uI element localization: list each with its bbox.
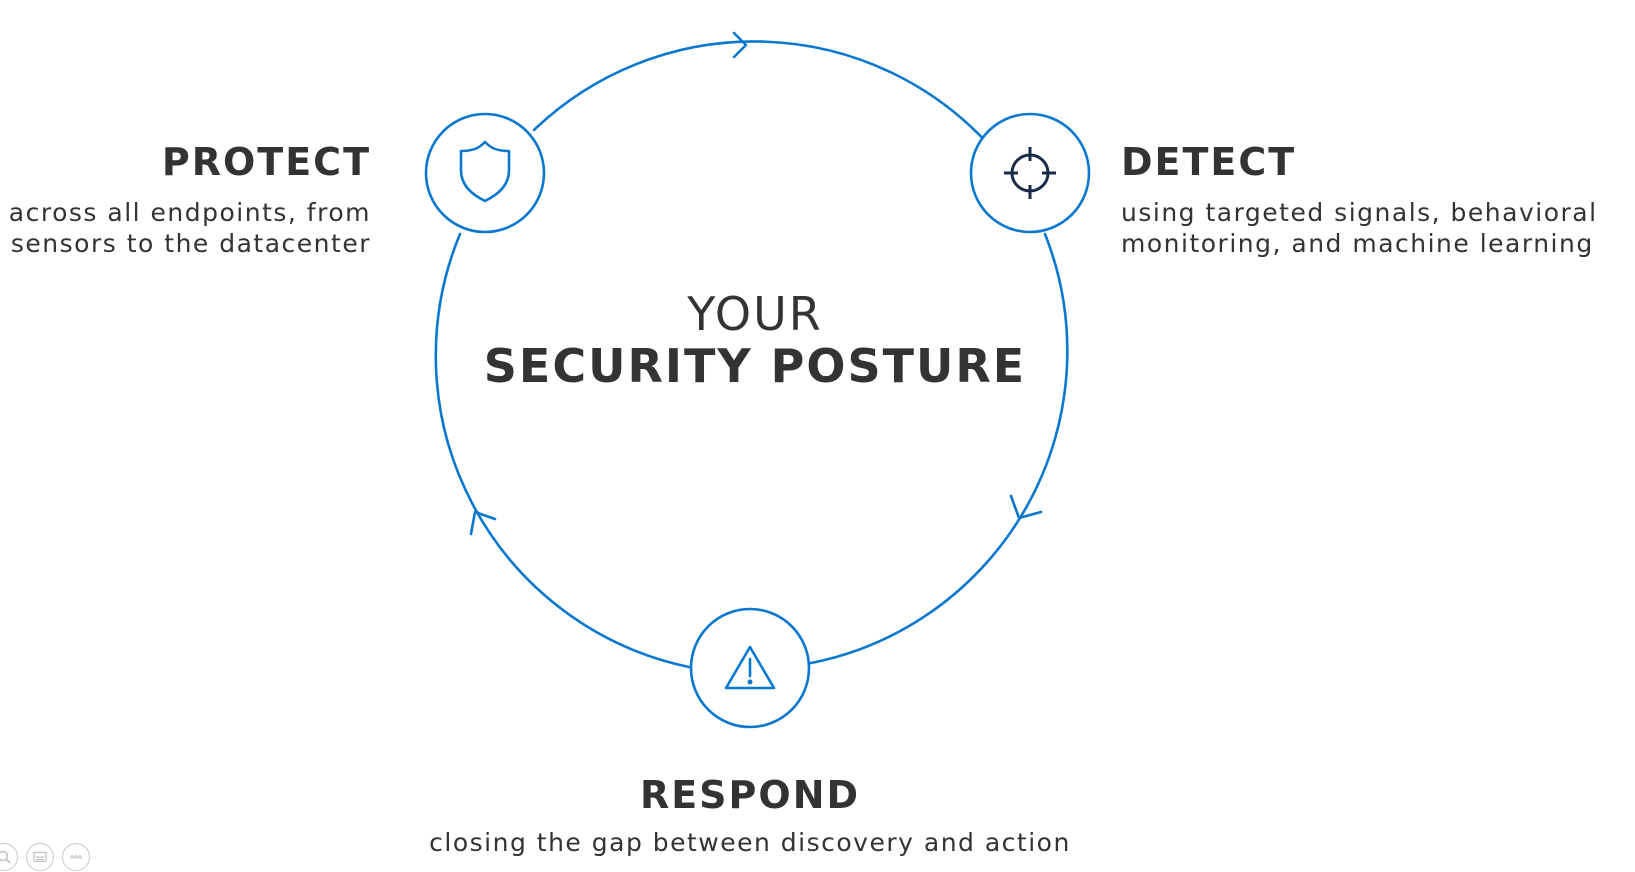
zoom-button[interactable] xyxy=(0,843,18,871)
detect-title: DETECT xyxy=(1121,140,1297,184)
subtitles-button[interactable] xyxy=(26,843,54,871)
slide-toolbar xyxy=(0,842,90,872)
detect-description: using targeted signals, behavioral monit… xyxy=(1121,197,1598,259)
protect-description-line2: sensors to the datacenter xyxy=(10,229,371,258)
center-label: YOUR SECURITY POSTURE xyxy=(480,288,1030,392)
protect-node xyxy=(424,112,546,234)
security-cycle-diagram xyxy=(424,31,1091,729)
protect-description: across all endpoints, from sensors to th… xyxy=(9,197,371,259)
cycle-arrow-top xyxy=(732,31,748,59)
detect-description-line2: monitoring, and machine learning xyxy=(1121,229,1594,258)
subtitles-icon xyxy=(33,851,47,863)
detect-node xyxy=(969,112,1091,234)
more-options-button[interactable] xyxy=(62,843,90,871)
zoom-icon xyxy=(0,850,11,864)
detect-description-line1: using targeted signals, behavioral xyxy=(1121,198,1598,227)
center-label-line1: YOUR xyxy=(687,287,823,341)
respond-description-line1: closing the gap between discovery and ac… xyxy=(429,828,1071,857)
protect-description-line1: across all endpoints, from xyxy=(8,198,371,227)
respond-title: RESPOND xyxy=(639,773,861,817)
protect-title: PROTECT xyxy=(161,140,371,184)
center-label-line2: SECURITY POSTURE xyxy=(483,339,1027,393)
cycle-arc-protect-detect xyxy=(532,40,991,147)
more-options-icon xyxy=(70,855,82,859)
respond-description: closing the gap between discovery and ac… xyxy=(0,827,1500,858)
